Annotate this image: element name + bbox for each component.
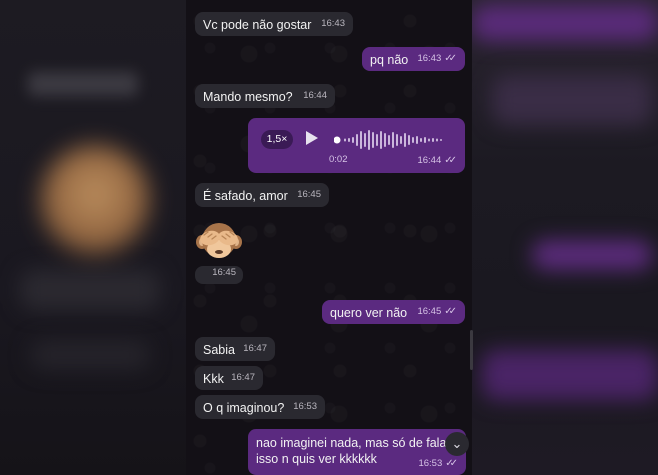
double-check-icon: ✓✓ [444, 155, 457, 166]
blurred-bubble [532, 240, 652, 270]
message-text: Vc pode não gostar [203, 18, 312, 32]
message-text: O q imaginou? [203, 401, 285, 415]
blurred-bubble [482, 350, 658, 400]
see-no-evil-monkey-icon [196, 223, 242, 258]
waveform[interactable] [334, 128, 452, 152]
message-text: quero ver não [330, 306, 408, 320]
blurred-bubble [20, 270, 160, 310]
message-text: Sabia [203, 343, 235, 357]
scrollbar[interactable] [470, 330, 473, 370]
message-time: 16:45 [417, 306, 442, 317]
blurred-bubble [472, 5, 658, 41]
message-incoming[interactable]: Kkk 16:47 [195, 366, 263, 390]
double-check-icon: ✓✓ [445, 458, 458, 469]
message-incoming[interactable]: O q imaginou? 16:53 [195, 395, 325, 419]
blurred-background-right [472, 0, 658, 475]
message-meta: 16:44 ✓✓ [417, 153, 457, 169]
message-text: Kkk [203, 372, 224, 386]
message-text: É safado, amor [203, 189, 288, 203]
message-time: 16:45 [212, 267, 236, 278]
message-time: 16:43 [321, 18, 345, 29]
blurred-background-left [0, 0, 186, 475]
message-text-line-2: isso n quis ver kkkkkk [256, 452, 377, 466]
message-time: 16:47 [231, 372, 255, 383]
message-incoming[interactable]: Sabia 16:47 [195, 337, 275, 361]
message-text: Mando mesmo? [203, 90, 293, 104]
chevron-down-icon: ⌄ [451, 436, 463, 451]
blurred-text [28, 72, 138, 96]
voice-message[interactable]: 1,5× 0:02 16:44 ✓✓ [248, 118, 465, 173]
voice-duration: 0:02 [329, 154, 348, 165]
message-incoming[interactable]: Mando mesmo? 16:44 [195, 84, 335, 108]
double-check-icon: ✓✓ [444, 53, 457, 64]
playback-speed-button[interactable]: 1,5× [261, 130, 293, 149]
scroll-down-button[interactable]: ⌄ [445, 432, 469, 456]
message-meta: 16:45 ✓✓ [417, 304, 457, 320]
message-time: 16:47 [243, 343, 267, 354]
play-icon[interactable] [306, 131, 318, 145]
message-incoming[interactable]: Vc pode não gostar 16:43 [195, 12, 353, 36]
message-text: pq não [370, 53, 409, 67]
waveform-bars [344, 130, 442, 150]
emoji-time-badge: 16:45 [195, 266, 243, 284]
message-time: 16:53 [418, 458, 443, 469]
message-time: 16:44 [417, 155, 442, 166]
double-check-icon: ✓✓ [444, 306, 457, 317]
message-incoming[interactable]: É safado, amor 16:45 [195, 183, 329, 207]
message-meta: 16:53 ✓✓ [418, 456, 458, 472]
blurred-bubble [492, 75, 652, 125]
message-meta: 16:43 ✓✓ [417, 51, 457, 67]
blurred-emoji [40, 145, 150, 255]
message-time: 16:45 [297, 189, 321, 200]
blurred-bubble [30, 340, 150, 370]
message-time: 16:43 [417, 53, 442, 64]
message-text-line-1: nao imaginei nada, mas só de fala [256, 436, 447, 450]
message-outgoing[interactable]: nao imaginei nada, mas só de fala isso n… [248, 429, 466, 475]
playback-position-handle [334, 136, 341, 144]
emoji-message[interactable] [195, 218, 243, 266]
message-outgoing[interactable]: pq não 16:43 ✓✓ [362, 47, 465, 71]
message-outgoing[interactable]: quero ver não 16:45 ✓✓ [322, 300, 465, 324]
message-time: 16:53 [293, 401, 317, 412]
message-time: 16:44 [303, 90, 327, 101]
